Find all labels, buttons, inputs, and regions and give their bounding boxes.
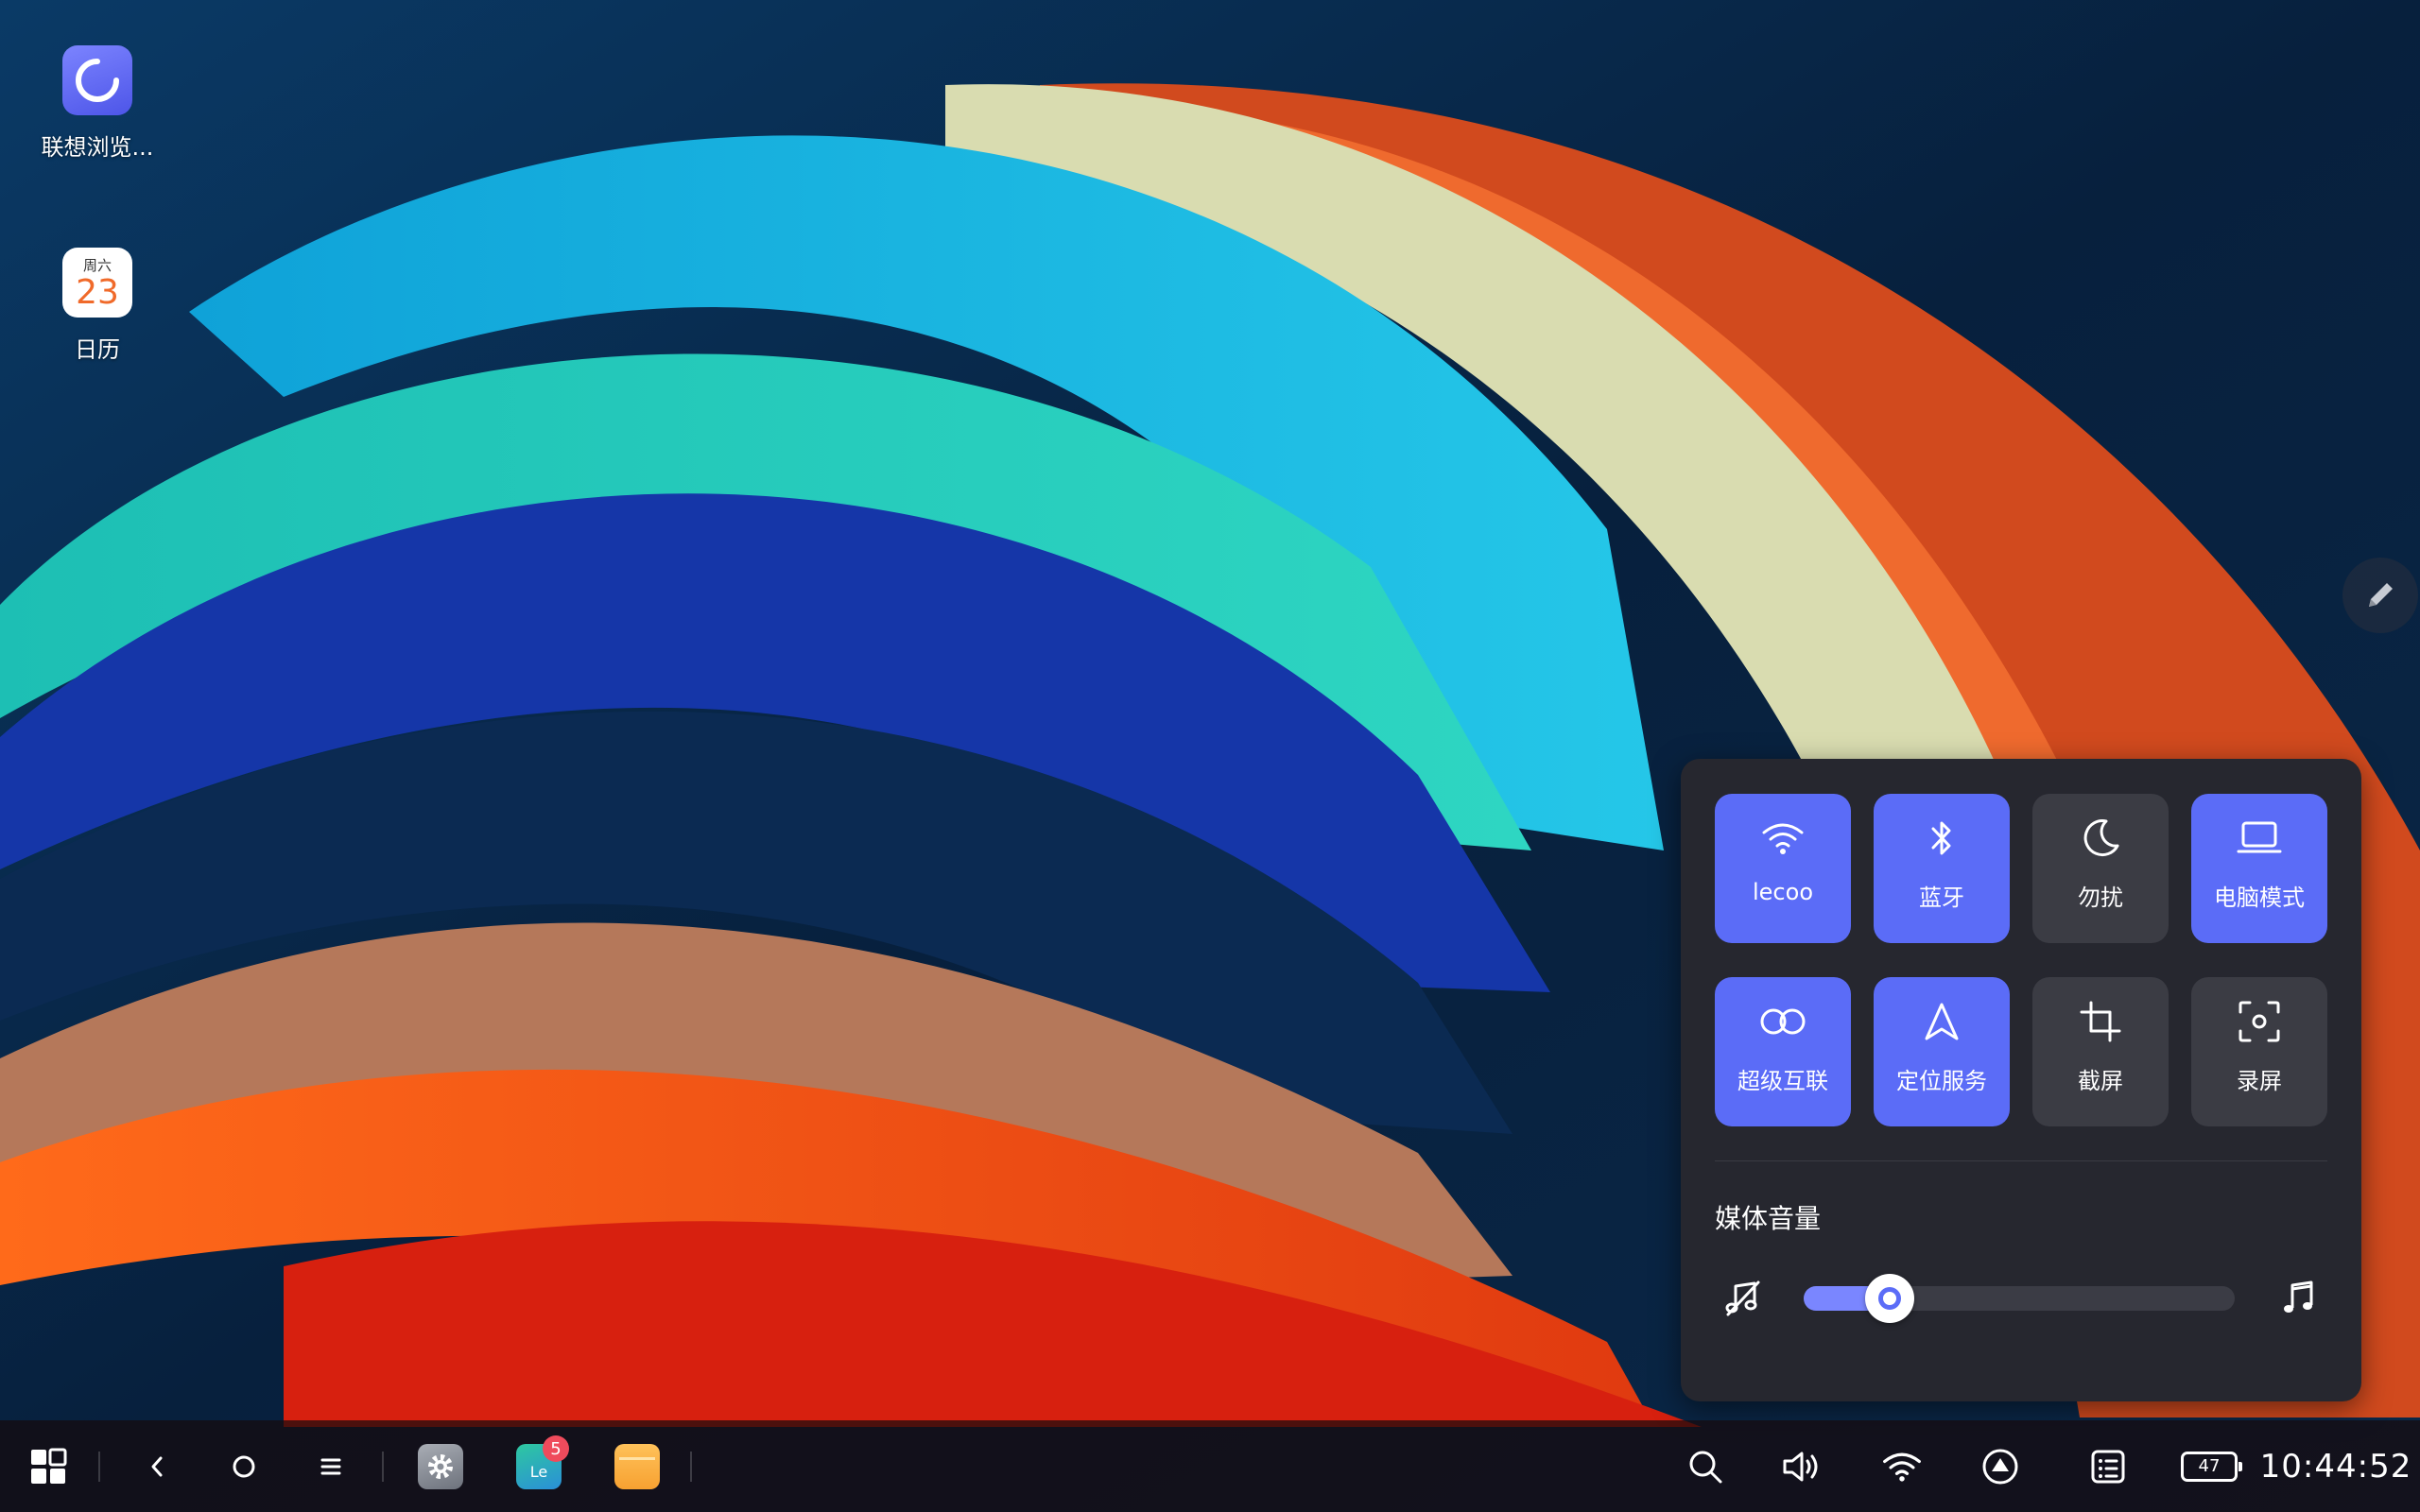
tile-label: 电脑模式	[2214, 885, 2305, 911]
desktop: 联想浏览... 周六 23 日历 lecoo 蓝牙 勿扰 电脑模式 超级互联 定…	[0, 0, 2420, 1512]
music-mute-icon[interactable]	[1724, 1279, 1762, 1316]
taskbar-separator	[690, 1452, 692, 1482]
tray-upload[interactable]	[1979, 1420, 2021, 1512]
quick-settings-panel: lecoo 蓝牙 勿扰 电脑模式 超级互联 定位服务 截屏 录屏 媒体音量	[1681, 759, 2361, 1401]
tile-label: 勿扰	[2078, 885, 2123, 911]
home-button[interactable]	[225, 1420, 263, 1512]
menu-icon	[320, 1458, 341, 1474]
home-icon	[233, 1455, 255, 1477]
crop-icon	[2080, 1001, 2121, 1042]
clock-time: 10:44:52	[2259, 1447, 2412, 1486]
taskbar: Le 5 47 10:44:52	[0, 1420, 2420, 1512]
moon-icon	[2083, 819, 2119, 857]
settings-icon	[418, 1443, 463, 1489]
taskbar-separator	[98, 1452, 100, 1482]
tile-label: 超级互联	[1737, 1068, 1828, 1094]
start-button[interactable]	[25, 1420, 72, 1512]
taskbar-app-le-store[interactable]: Le	[514, 1420, 563, 1512]
tile-pc-mode[interactable]: 电脑模式	[2191, 794, 2327, 943]
tile-screen-record[interactable]: 录屏	[2191, 977, 2327, 1126]
media-volume-slider[interactable]	[1804, 1274, 2235, 1323]
desktop-icon-calendar[interactable]: 周六 23 日历	[8, 248, 187, 364]
desktop-icon-label: 日历	[75, 336, 120, 363]
tile-label: 截屏	[2078, 1068, 2123, 1094]
taskbar-app-settings[interactable]	[416, 1420, 465, 1512]
search-icon	[1689, 1451, 1722, 1483]
tile-label: 定位服务	[1896, 1068, 1987, 1094]
browser-icon	[62, 45, 132, 115]
grid-icon	[31, 1448, 67, 1484]
panel-divider	[1715, 1160, 2327, 1161]
notes-icon	[2091, 1450, 2125, 1483]
app-text: Le	[529, 1463, 548, 1481]
tray-volume[interactable]	[1781, 1420, 1823, 1512]
folder-icon	[614, 1443, 660, 1489]
tray-search[interactable]	[1685, 1420, 1726, 1512]
tile-location[interactable]: 定位服务	[1874, 977, 2010, 1126]
bluetooth-icon	[1931, 821, 1951, 855]
volume-slider-knob[interactable]	[1865, 1274, 1914, 1323]
location-icon	[1925, 1003, 1959, 1040]
wifi-icon	[1762, 823, 1804, 854]
infinity-icon	[1760, 1008, 1806, 1035]
back-button[interactable]	[138, 1420, 176, 1512]
notification-badge: 5	[543, 1435, 569, 1462]
calendar-icon: 周六 23	[62, 248, 132, 318]
pen-icon	[2369, 583, 2393, 607]
tile-screenshot[interactable]: 截屏	[2032, 977, 2169, 1126]
taskbar-separator	[382, 1452, 384, 1482]
tile-bluetooth[interactable]: 蓝牙	[1874, 794, 2010, 943]
battery-level: 47	[2198, 1456, 2221, 1476]
tile-label: 录屏	[2237, 1068, 2282, 1094]
tray-wifi[interactable]	[1881, 1420, 1923, 1512]
desktop-icon-label: 联想浏览...	[41, 134, 154, 161]
desktop-icon-browser[interactable]: 联想浏览...	[8, 45, 187, 162]
menu-button[interactable]	[312, 1420, 350, 1512]
tile-do-not-disturb[interactable]: 勿扰	[2032, 794, 2169, 943]
tile-wifi[interactable]: lecoo	[1715, 794, 1851, 943]
volume-icon	[1783, 1452, 1818, 1481]
tray-notes[interactable]	[2087, 1420, 2129, 1512]
tile-label: 蓝牙	[1919, 885, 1964, 911]
tray-clock[interactable]: 10:44:52	[2260, 1420, 2411, 1512]
music-icon	[2280, 1279, 2318, 1316]
upload-icon	[1982, 1449, 2018, 1484]
tray-battery[interactable]: 47	[2178, 1420, 2242, 1512]
tile-label: lecoo	[1753, 879, 1813, 905]
screen-record-icon	[2238, 1001, 2280, 1042]
calendar-weekday: 周六	[82, 257, 112, 274]
battery-icon: 47	[2181, 1451, 2242, 1482]
pen-edge-button[interactable]	[2342, 558, 2418, 633]
wifi-icon	[1883, 1452, 1921, 1482]
back-icon	[151, 1456, 163, 1476]
taskbar-app-files[interactable]	[613, 1420, 662, 1512]
calendar-day: 23	[76, 273, 119, 312]
media-volume-title: 媒体音量	[1715, 1203, 1822, 1234]
tile-super-connect[interactable]: 超级互联	[1715, 977, 1851, 1126]
laptop-icon	[2237, 821, 2282, 853]
